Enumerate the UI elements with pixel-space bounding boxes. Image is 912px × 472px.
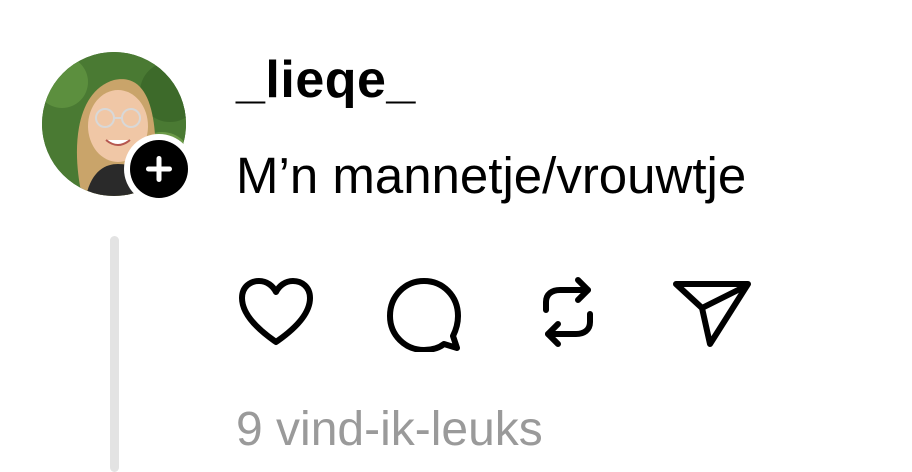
- thread-post: _lieqe_ M’n mannetje/vrouwtje 9 vind-ik-…: [0, 0, 912, 472]
- post-text: M’n mannetje/vrouwtje: [236, 147, 747, 204]
- thread-line: [110, 236, 119, 472]
- speech-bubble-icon: [387, 278, 461, 352]
- repost-arrows-icon: [543, 277, 593, 347]
- repost-button[interactable]: [528, 272, 608, 352]
- username[interactable]: _lieqe_: [236, 50, 416, 110]
- avatar-container: [42, 52, 194, 204]
- likes-count[interactable]: 9 vind-ik-leuks: [236, 400, 543, 460]
- heart-outline-icon: [239, 278, 313, 345]
- follow-badge: [130, 140, 188, 198]
- like-button[interactable]: [236, 272, 316, 352]
- comment-button[interactable]: [384, 272, 464, 352]
- share-button[interactable]: [672, 272, 752, 352]
- plus-icon: [146, 156, 172, 182]
- paper-plane-icon: [673, 281, 751, 347]
- follow-button[interactable]: [124, 134, 194, 204]
